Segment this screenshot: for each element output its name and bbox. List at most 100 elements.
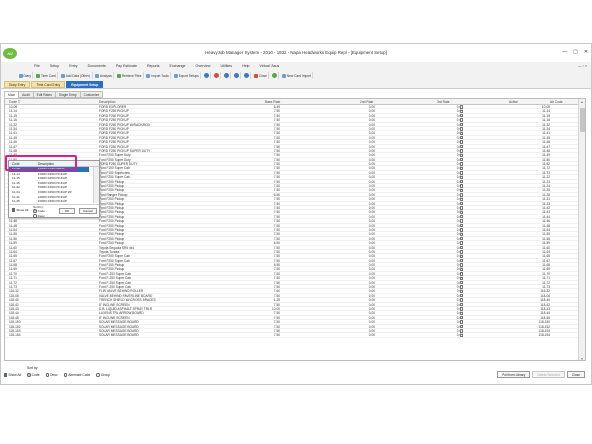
active-checkbox[interactable]: [460, 267, 464, 272]
active-checkbox[interactable]: [460, 144, 464, 149]
menu-item-utilities[interactable]: Utilities: [216, 62, 238, 71]
active-checkbox[interactable]: [460, 228, 464, 232]
active-checkbox[interactable]: [460, 127, 464, 131]
active-checkbox[interactable]: [460, 105, 464, 109]
sort-alt-code-radio[interactable]: Alternate Code: [63, 373, 90, 377]
active-checkbox[interactable]: [460, 175, 464, 179]
active-checkbox[interactable]: [460, 258, 464, 263]
active-checkbox[interactable]: [460, 114, 464, 118]
toolbar-button-new-card-import[interactable]: New Card Import: [280, 72, 314, 79]
active-checkbox[interactable]: [460, 140, 464, 144]
doc-tab-diary-entry[interactable]: Diary Entry: [4, 81, 31, 88]
toolbar-button-import-tools[interactable]: Import Tools: [145, 72, 172, 79]
active-checkbox[interactable]: [460, 197, 464, 201]
active-checkbox[interactable]: [460, 166, 464, 171]
doc-tab-equipment-setup[interactable]: Equipment Setup: [66, 81, 104, 88]
tab-customize[interactable]: Customize: [79, 91, 104, 98]
active-checkbox[interactable]: [460, 280, 464, 285]
show-all-checkbox[interactable]: Show All: [4, 373, 21, 377]
active-checkbox[interactable]: [460, 223, 464, 228]
toolbar-button-nav-11[interactable]: [242, 72, 252, 79]
active-checkbox[interactable]: [460, 329, 464, 333]
active-checkbox[interactable]: [460, 179, 464, 184]
popup-show-all-checkbox[interactable]: Show All: [12, 208, 28, 212]
menu-item-reports[interactable]: Reports: [142, 62, 165, 71]
active-checkbox[interactable]: [460, 193, 464, 197]
active-checkbox[interactable]: [460, 316, 464, 320]
toolbar-button-retrieve-files[interactable]: Retrieve Files: [115, 72, 144, 79]
active-checkbox[interactable]: [460, 263, 464, 267]
active-checkbox[interactable]: [460, 272, 464, 276]
grid-vertical-scrollbar[interactable]: ▲ ▼: [578, 99, 585, 360]
toolbar-button-analysis[interactable]: Analysis: [94, 72, 115, 79]
menu-item-help[interactable]: Help: [237, 62, 254, 71]
menu-item-exchange[interactable]: Exchange: [165, 62, 191, 71]
toolbar-button-nav-8[interactable]: [212, 72, 222, 79]
menu-item-entry[interactable]: Entry: [64, 62, 82, 71]
popup-scrollbar[interactable]: [93, 167, 99, 203]
close-button[interactable]: Close: [566, 371, 585, 378]
tab-main[interactable]: Main: [4, 91, 20, 98]
tab-single-entry[interactable]: Single Entry: [54, 91, 81, 98]
active-checkbox[interactable]: [460, 118, 464, 122]
menu-item-virtual-asus[interactable]: Virtual 'Asus: [255, 62, 285, 71]
close-icon[interactable]: ✕: [584, 49, 588, 55]
pull-from-library-button[interactable]: Pull from Library: [497, 371, 531, 378]
active-checkbox[interactable]: [460, 241, 464, 245]
active-checkbox[interactable]: [460, 320, 464, 324]
active-checkbox[interactable]: [460, 153, 464, 157]
active-checkbox[interactable]: [460, 232, 464, 237]
active-checkbox[interactable]: [460, 157, 464, 162]
active-checkbox[interactable]: [460, 162, 464, 166]
active-checkbox[interactable]: [460, 210, 464, 215]
active-checkbox[interactable]: [460, 311, 464, 316]
scroll-thumb[interactable]: [580, 108, 585, 132]
toolbar-button-nav-9[interactable]: [222, 72, 232, 79]
active-checkbox[interactable]: [460, 188, 464, 193]
active-checkbox[interactable]: [460, 131, 464, 136]
tab-audit[interactable]: Audit: [18, 91, 34, 98]
popup-ok-button[interactable]: OK: [59, 208, 75, 214]
sort-desc-radio[interactable]: Desc: [45, 373, 58, 377]
active-checkbox[interactable]: [460, 171, 464, 175]
popup-sort-code-radio[interactable]: Code: [33, 209, 45, 213]
menu-item-setup[interactable]: Setup: [45, 62, 64, 71]
menu-item-file[interactable]: File: [29, 62, 45, 71]
popup-sort-desc-radio[interactable]: Desc: [33, 214, 45, 218]
delete-selected-button[interactable]: Delete Selected: [532, 371, 565, 378]
toolbar-button-export-setups[interactable]: Export Setups: [172, 72, 202, 79]
active-checkbox[interactable]: [460, 254, 464, 258]
menu-item-pay-estimate[interactable]: Pay Estimate: [111, 62, 142, 71]
maximize-icon[interactable]: ▢: [573, 49, 578, 55]
tab-edit-rates[interactable]: Edit Rates: [32, 91, 56, 98]
active-checkbox[interactable]: [460, 149, 464, 153]
scroll-down-icon[interactable]: ▼: [579, 357, 585, 360]
active-checkbox[interactable]: [460, 333, 464, 337]
active-checkbox[interactable]: [460, 285, 464, 289]
active-checkbox[interactable]: [460, 237, 464, 241]
active-checkbox[interactable]: [460, 109, 464, 114]
minimize-icon[interactable]: —: [562, 49, 567, 55]
toolbar-button-nav-10[interactable]: [232, 72, 242, 79]
toolbar-button-time-card[interactable]: Time Card: [34, 72, 59, 79]
table-row[interactable]: 118-154 SOLAR MESSAGE BOARD 7.50 0.00 0.00 11…: [5, 333, 579, 338]
sort-code-radio[interactable]: Code: [27, 373, 40, 377]
toolbar-button-add-data-other[interactable]: Add Data (Other): [59, 72, 93, 79]
toolbar-button-nav-13[interactable]: [270, 72, 280, 79]
toolbar-button-nav-7[interactable]: [202, 72, 212, 79]
active-checkbox[interactable]: [460, 307, 464, 311]
active-checkbox[interactable]: [460, 298, 464, 302]
toolbar-button-close[interactable]: Close: [252, 72, 270, 79]
popup-cancel-button[interactable]: Cancel: [79, 208, 97, 214]
active-checkbox[interactable]: [460, 276, 464, 280]
mdi-window-controls[interactable]: — ▫ ×: [578, 62, 587, 71]
menu-item-documents[interactable]: Documents: [83, 62, 111, 71]
active-checkbox[interactable]: [460, 136, 464, 140]
active-checkbox[interactable]: [460, 215, 464, 219]
active-checkbox[interactable]: [460, 289, 464, 294]
active-checkbox[interactable]: [460, 184, 464, 188]
active-checkbox[interactable]: [460, 302, 464, 307]
menu-item-overview[interactable]: Overview: [191, 62, 216, 71]
active-checkbox[interactable]: [460, 250, 464, 254]
scroll-up-icon[interactable]: ▲: [579, 100, 585, 104]
